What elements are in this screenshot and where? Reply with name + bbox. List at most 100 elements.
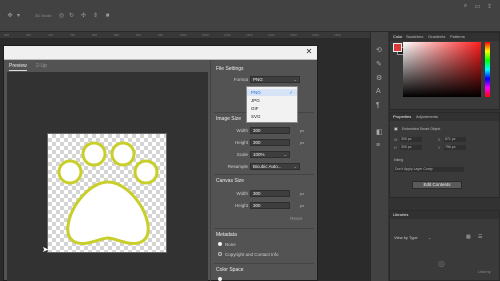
chevron-down-icon: ⌄ [428,235,432,240]
ruler-tick: 1000 [180,33,187,37]
foreground-color-swatch[interactable] [393,43,402,52]
ruler-tick: 900 [136,33,142,37]
search-icon[interactable]: ⌕ [462,3,469,10]
history-icon[interactable]: ⟲ [376,46,382,54]
tool-dropdown-icon[interactable]: ▾ [16,12,21,19]
hue-slider[interactable] [485,42,490,97]
image-height-input[interactable]: 300 [250,139,290,146]
chevron-down-icon: ⌄ [293,164,297,169]
tab-color[interactable]: Color [393,34,403,39]
layers-icon[interactable]: ≡ [376,142,380,149]
workspace-icon[interactable]: ▭ [474,3,481,10]
ruler-tick: 1300 [312,33,319,37]
ruler-tick: 1050 [202,33,209,37]
format-dropdown-menu: PNG ✓ JPG GIF SVG [246,86,298,123]
reset-button[interactable]: Reset [280,216,302,221]
chevron-down-icon: ⌄ [283,152,287,157]
ruler-tick: 1200 [268,33,275,37]
metadata-copyright-radio[interactable] [218,252,222,256]
format-option-svg[interactable]: SVG [247,113,297,120]
drag-icon[interactable]: ✣ [80,12,87,19]
brush-icon[interactable]: ✎ [376,60,382,68]
ruler-tick: 950 [158,33,164,37]
canvas-height-unit: px [300,203,305,208]
paw-print-image [57,141,159,245]
character-icon[interactable]: A [376,88,381,95]
metadata-copyright-label: Copyright and Contact Info [225,252,279,257]
resample-select[interactable]: Bicubic Auto... ⌄ [250,163,300,170]
layer-comp-select[interactable]: Don't Apply Layer Comp [394,167,464,172]
tab-libraries[interactable]: Libraries [393,212,408,217]
h-label: H [394,146,397,150]
preview-area[interactable] [7,72,208,281]
tab-swatches[interactable]: Swatches [406,34,423,39]
horizontal-ruler: 600 650 700 750 800 850 900 950 1000 105… [0,32,370,39]
orbit-icon[interactable]: ◎ [58,12,65,19]
format-option-png[interactable]: PNG ✓ [247,89,297,96]
w-label: W [394,138,398,142]
3d-mode-label: 3D Mode: [35,13,53,18]
edit-contents-button[interactable]: Edit Contents [412,181,462,189]
scale-icon[interactable]: ■ [104,12,111,19]
properties-icon[interactable]: ◧ [376,128,383,136]
scale-select[interactable]: 100% ⌄ [250,151,290,158]
x-input[interactable]: 871 px [444,137,466,142]
color-picker-field[interactable] [403,42,481,97]
tab-gradients[interactable]: Gradients [428,34,445,39]
divider [214,263,314,264]
color-panel-tabs: Color Swatches Gradients Patterns [390,33,499,41]
libraries-panel: Libraries View by Type ⌄ ▦ ☰ ◎ Udemy [389,210,500,281]
dialog-titlebar[interactable]: ✕ [4,46,317,60]
tab-2up[interactable]: 2-Up [36,63,47,69]
options-bar: ✥ ▾ 3D Mode: ◎ ↻ ✣ ⇕ ■ ⌕ ▭ ⇪ [0,0,500,32]
metadata-none-radio[interactable] [218,242,222,246]
chevron-down-icon: ⌄ [293,77,297,82]
canvas-width-unit: px [300,191,305,196]
tab-properties[interactable]: Properties [393,114,411,119]
ruler-tick: 1350 [334,33,341,37]
properties-panel: Properties Adjustments ▣ Embedded Smart … [389,112,500,198]
metadata-title: Metadata [216,232,237,238]
w-input[interactable]: 300 px [400,137,422,142]
udemy-watermark: Udemy [478,269,491,274]
resample-label: Resample [227,164,248,169]
roll-icon[interactable]: ↻ [68,12,75,19]
y-input[interactable]: 756 px [444,145,466,150]
y-label: Y [438,146,441,150]
ruler-tick: 600 [4,33,10,37]
image-height-label: Height [234,140,248,145]
image-width-input[interactable]: 300 [250,127,290,134]
paragraph-icon[interactable]: ¶ [376,102,380,109]
close-icon[interactable]: ✕ [305,48,313,56]
format-select[interactable]: PNG ⌄ [250,76,300,83]
ruler-tick: 1250 [290,33,297,37]
tab-preview[interactable]: Preview [9,63,27,71]
scale-label: Scale [236,152,248,157]
watermark-logo-icon: ◎ [438,259,445,268]
format-option-gif[interactable]: GIF [247,105,297,112]
grid-view-icon[interactable]: ▦ [466,234,471,240]
canvas-width-input[interactable]: 300 [250,190,290,197]
color-space-checkbox[interactable] [218,277,222,281]
move-tool-icon[interactable]: ✥ [6,12,14,19]
divider [214,228,314,229]
metadata-none-label: None [225,242,236,247]
canvas-width-label: Width [236,191,248,196]
h-input[interactable]: 300 px [400,145,422,150]
image-width-label: Width [236,128,248,133]
canvas-size-title: Canvas Size [216,178,245,184]
slide-icon[interactable]: ⇕ [92,12,99,19]
format-option-jpg[interactable]: JPG [247,97,297,104]
export-as-dialog: ✕ Preview 2-Up File Settings Format PNG ⌄… [3,45,318,281]
ruler-tick: 700 [48,33,54,37]
canvas-height-input[interactable]: 300 [250,202,290,209]
list-view-icon[interactable]: ☰ [478,234,482,240]
adjust-icon[interactable]: ⚙ [376,74,382,82]
ruler-tick: 750 [70,33,76,37]
tab-adjustments[interactable]: Adjustments [416,114,438,119]
image-width-unit: px [300,128,305,133]
view-by-type-select[interactable]: View by Type [394,235,418,240]
ruler-tick: 800 [92,33,98,37]
tab-patterns[interactable]: Patterns [450,34,465,39]
share-icon[interactable]: ⇪ [486,3,493,10]
